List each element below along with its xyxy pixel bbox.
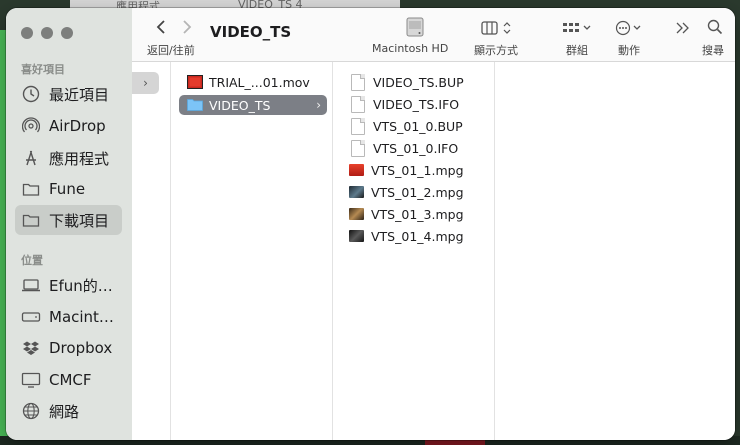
file-name: VTS_01_1.mpg xyxy=(371,162,464,178)
video-thumbnail-icon xyxy=(349,230,364,242)
document-icon xyxy=(351,73,365,91)
video-thumbnail-icon xyxy=(349,186,364,198)
disk-icon xyxy=(21,307,41,327)
sidebar-item-label: Macint… xyxy=(49,308,114,326)
sidebar-item-fune[interactable]: Fune xyxy=(15,174,122,204)
movie-file-icon xyxy=(187,75,203,89)
video-thumbnail-icon xyxy=(349,208,364,220)
sidebar-item-recents[interactable]: 最近項目 xyxy=(15,79,122,109)
sidebar-item-dropbox[interactable]: Dropbox xyxy=(15,333,122,363)
minimize-window-button[interactable] xyxy=(41,27,53,39)
sidebar-item-efun-laptop[interactable]: Efun的… xyxy=(15,270,122,300)
list-item[interactable]: VTS_01_0.BUP xyxy=(341,116,489,136)
laptop-icon xyxy=(21,275,41,295)
close-window-button[interactable] xyxy=(21,27,33,39)
folder-icon xyxy=(21,210,41,230)
sidebar-item-label: Efun的… xyxy=(49,276,113,295)
sidebar-item-cmcf[interactable]: CMCF xyxy=(15,365,122,395)
back-forward-label: 返回/往前 xyxy=(147,44,195,57)
file-name: VTS_01_3.mpg xyxy=(371,206,464,222)
list-item[interactable]: VTS_01_1.mpg xyxy=(341,160,489,180)
list-item[interactable]: VTS_01_0.IFO xyxy=(341,138,489,158)
list-item[interactable]: TRIAL_...01.mov xyxy=(179,72,327,92)
locations-header: 位置 xyxy=(21,254,43,267)
folder-icon xyxy=(187,98,203,112)
file-name: VTS_01_0.BUP xyxy=(373,118,463,134)
sidebar-item-label: Fune xyxy=(49,180,86,198)
search-label: 搜尋 xyxy=(702,44,724,57)
column-downloads: TRIAL_...01.mov VIDEO_TS › xyxy=(171,62,333,440)
globe-icon xyxy=(21,401,41,421)
document-icon xyxy=(351,139,365,157)
sidebar-item-downloads[interactable]: 下載項目 xyxy=(15,205,122,235)
applications-icon xyxy=(21,148,41,168)
document-icon xyxy=(351,95,365,113)
finder-window: 喜好項目 最近項目 AirDrop 應用程式 Fune 下載項目 位置 Efun… xyxy=(6,8,735,440)
chevron-right-icon: › xyxy=(316,98,321,112)
column-video-ts: VIDEO_TS.BUP VIDEO_TS.IFO VTS_01_0.BUP V… xyxy=(333,62,495,440)
more-toolbar-icon[interactable] xyxy=(675,22,691,34)
zoom-window-button[interactable] xyxy=(61,27,73,39)
forward-button[interactable] xyxy=(182,19,192,40)
toolbar: 返回/往前 VIDEO_TS Macintosh HD 顯示方式 群組 動作 搜… xyxy=(132,8,735,62)
back-button[interactable] xyxy=(156,19,166,40)
sidebar: 喜好項目 最近項目 AirDrop 應用程式 Fune 下載項目 位置 Efun… xyxy=(6,8,132,440)
sidebar-item-label: 應用程式 xyxy=(49,149,110,168)
view-mode-label: 顯示方式 xyxy=(474,44,518,57)
sidebar-item-network[interactable]: 網路 xyxy=(15,396,122,426)
folder-icon xyxy=(21,179,41,199)
chevron-right-icon[interactable]: › xyxy=(132,72,159,94)
group-label: 群組 xyxy=(566,44,588,57)
column-parent: › xyxy=(132,62,171,440)
list-item[interactable]: VTS_01_2.mpg xyxy=(341,182,489,202)
list-item[interactable]: VTS_01_3.mpg xyxy=(341,204,489,224)
file-name: VTS_01_2.mpg xyxy=(371,184,464,200)
video-thumbnail-icon xyxy=(349,164,364,176)
file-name: VTS_01_4.mpg xyxy=(371,228,464,244)
action-label: 動作 xyxy=(618,44,640,57)
column-view-icon[interactable] xyxy=(481,21,513,35)
path-disk-label: Macintosh HD xyxy=(372,42,449,55)
file-name: VIDEO_TS.BUP xyxy=(373,74,464,90)
file-name: VTS_01_0.IFO xyxy=(373,140,459,156)
dropbox-icon xyxy=(21,338,41,358)
airdrop-icon xyxy=(21,116,41,136)
action-icon[interactable] xyxy=(615,20,645,36)
search-icon[interactable] xyxy=(707,19,723,35)
list-item-selected[interactable]: VIDEO_TS › xyxy=(179,95,327,115)
sidebar-item-macintosh-hd[interactable]: Macint… xyxy=(15,302,122,332)
list-item[interactable]: VTS_01_4.mpg xyxy=(341,226,489,246)
sidebar-item-applications[interactable]: 應用程式 xyxy=(15,143,122,173)
document-icon xyxy=(351,117,365,135)
folder-name: VIDEO_TS xyxy=(209,97,271,113)
file-name: VIDEO_TS.IFO xyxy=(373,96,460,112)
favorites-header: 喜好項目 xyxy=(21,63,65,76)
display-icon xyxy=(21,370,41,390)
list-item[interactable]: VIDEO_TS.IFO xyxy=(341,94,489,114)
sidebar-item-label: 下載項目 xyxy=(49,211,110,230)
sidebar-item-label: 網路 xyxy=(49,402,80,421)
list-item[interactable]: VIDEO_TS.BUP xyxy=(341,72,489,92)
sidebar-item-label: AirDrop xyxy=(49,117,106,135)
sidebar-item-label: 最近項目 xyxy=(49,85,110,104)
group-icon[interactable] xyxy=(562,21,592,35)
column-empty xyxy=(495,62,735,440)
clock-icon xyxy=(21,84,41,104)
window-title: VIDEO_TS xyxy=(210,23,292,41)
hard-drive-icon[interactable] xyxy=(404,16,426,38)
file-name: TRIAL_...01.mov xyxy=(209,74,310,90)
sidebar-item-label: Dropbox xyxy=(49,339,113,357)
sidebar-item-airdrop[interactable]: AirDrop xyxy=(15,111,122,141)
sidebar-item-label: CMCF xyxy=(49,371,92,389)
